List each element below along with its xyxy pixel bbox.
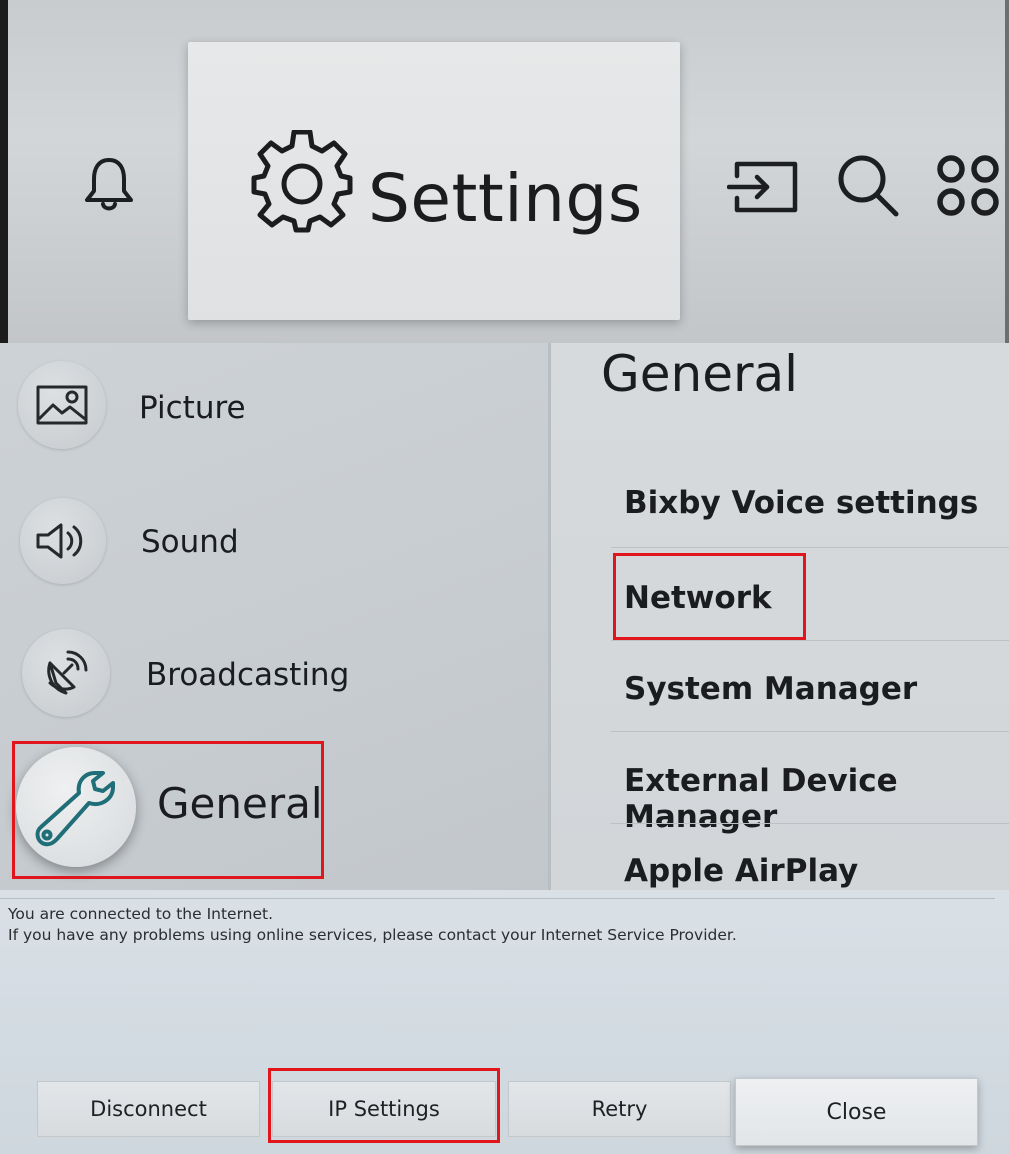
option-bixby-voice-settings[interactable]: Bixby Voice settings	[624, 485, 978, 521]
search-icon[interactable]	[835, 152, 901, 218]
option-divider	[611, 731, 1009, 732]
settings-menu: Picture Sound Broadcasting General Gener…	[0, 343, 1009, 890]
category-label-picture: Picture	[139, 390, 246, 426]
status-message-line2: If you have any problems using online se…	[8, 926, 737, 944]
highlight-box-general	[12, 741, 324, 879]
dialog-divider	[0, 898, 995, 899]
network-status-dialog: You are connected to the Internet. If yo…	[0, 890, 1009, 1154]
retry-button[interactable]: Retry	[508, 1081, 731, 1137]
option-divider	[611, 547, 1009, 548]
option-system-manager[interactable]: System Manager	[624, 671, 917, 707]
highlight-box-ip-settings	[268, 1068, 500, 1143]
settings-title: Settings	[368, 160, 643, 237]
category-label-sound: Sound	[141, 524, 239, 560]
top-bar: Settings	[0, 0, 1009, 343]
category-sound[interactable]	[20, 498, 106, 584]
category-list: Picture Sound Broadcasting General	[0, 343, 548, 890]
disconnect-button[interactable]: Disconnect	[37, 1081, 260, 1137]
general-options-panel: General Bixby Voice settings Network Sys…	[548, 343, 1009, 890]
settings-tile[interactable]: Settings	[188, 42, 680, 320]
bell-icon[interactable]	[82, 155, 136, 213]
panel-title: General	[601, 345, 799, 403]
apps-icon[interactable]	[935, 154, 1009, 218]
category-label-broadcasting: Broadcasting	[146, 657, 350, 693]
option-divider	[611, 640, 1009, 641]
option-apple-airplay-settings[interactable]: Apple AirPlay Settings	[624, 853, 1009, 890]
option-divider	[611, 823, 1009, 824]
frame-edge-left	[0, 0, 8, 343]
highlight-box-network	[613, 553, 806, 640]
gear-icon	[250, 129, 354, 238]
close-button[interactable]: Close	[735, 1078, 978, 1146]
category-picture[interactable]	[18, 361, 106, 449]
status-message-line1: You are connected to the Internet.	[8, 905, 274, 923]
option-external-device-manager[interactable]: External Device Manager	[624, 763, 1009, 835]
category-broadcasting[interactable]	[22, 629, 110, 717]
source-input-icon[interactable]	[727, 160, 799, 214]
